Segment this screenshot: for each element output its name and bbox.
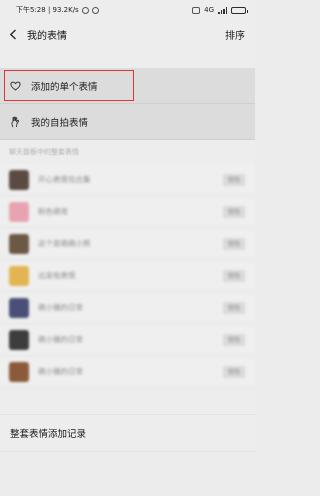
menu-label-single: 添加的单个表情 <box>31 81 98 93</box>
remove-button[interactable]: 移除 <box>223 333 245 346</box>
added-single-stickers-row[interactable]: 添加的单个表情 <box>0 68 255 104</box>
sticker-set-name: 萌小猪的日常 <box>38 367 83 376</box>
middle-gap <box>0 388 255 414</box>
sticker-set-name: 出发啦表情 <box>38 271 76 280</box>
sticker-set-row[interactable]: 萌小猪的日常 移除 <box>0 356 255 388</box>
sync-icon <box>81 6 89 14</box>
remove-button[interactable]: 移除 <box>223 269 245 282</box>
section-caption: 聊天面板中的整套表情 <box>9 148 79 156</box>
sticker-add-record-row[interactable]: 整套表情添加记录 <box>0 414 255 452</box>
sticker-thumb <box>9 169 29 190</box>
sticker-set-name: 萌小猪的日常 <box>38 335 83 344</box>
sticker-thumb <box>9 297 29 318</box>
chevron-left-icon[interactable] <box>7 28 19 40</box>
sticker-set-row[interactable]: 开心表情包合集 移除 <box>0 164 255 196</box>
selfie-stickers-row[interactable]: 我的自拍表情 <box>0 104 255 140</box>
sticker-set-list: 开心表情包合集 移除 粉色萌宠 移除 这个是萌萌小熊 移除 出发啦表情 移除 萌… <box>0 164 255 388</box>
screen: 下午5:28 | 93.2K/s 4G 我的表情 排序 添加的单个表情 我的自拍… <box>0 0 255 496</box>
chevron-left-svg <box>9 29 16 39</box>
sticker-set-name: 粉色萌宠 <box>38 207 68 216</box>
network-label: 4G <box>204 6 214 14</box>
signal-icon <box>218 6 227 14</box>
sticker-thumb <box>9 201 29 222</box>
sticker-set-name: 这个是萌萌小熊 <box>38 239 91 248</box>
page-title: 我的表情 <box>27 30 67 42</box>
sticker-set-row[interactable]: 萌小猪的日常 移除 <box>0 292 255 324</box>
sticker-set-row[interactable]: 出发啦表情 移除 <box>0 260 255 292</box>
nav-header: 我的表情 排序 <box>0 20 255 48</box>
sticker-thumb <box>9 361 29 382</box>
sticker-set-row[interactable]: 萌小猪的日常 移除 <box>0 324 255 356</box>
sticker-set-name: 萌小猪的日常 <box>38 303 83 312</box>
status-time: 下午5:28 | 93.2K/s <box>16 6 79 14</box>
sim-icon <box>192 6 201 14</box>
selfie-hand-icon <box>9 116 21 128</box>
remove-button[interactable]: 移除 <box>223 237 245 250</box>
heart-svg <box>9 81 21 91</box>
sticker-thumb <box>9 329 29 350</box>
bottom-area <box>0 452 255 496</box>
back-title: 我的表情 <box>7 27 67 42</box>
alarm-icon <box>91 6 99 14</box>
top-gap <box>0 48 255 68</box>
status-left: 下午5:28 | 93.2K/s <box>16 5 99 15</box>
hand-svg <box>10 116 19 127</box>
menu-label-selfie: 我的自拍表情 <box>31 117 89 129</box>
remove-button[interactable]: 移除 <box>223 365 245 378</box>
heart-outline-icon <box>9 80 21 92</box>
sticker-set-name: 开心表情包合集 <box>38 175 91 184</box>
remove-button[interactable]: 移除 <box>223 173 245 186</box>
sticker-set-row[interactable]: 这个是萌萌小熊 移除 <box>0 228 255 260</box>
status-right: 4G <box>192 6 248 14</box>
sticker-thumb <box>9 233 29 254</box>
status-bar: 下午5:28 | 93.2K/s 4G <box>0 0 255 20</box>
record-label: 整套表情添加记录 <box>10 429 87 440</box>
battery-icon <box>231 6 248 14</box>
remove-button[interactable]: 移除 <box>223 301 245 314</box>
sticker-set-row[interactable]: 粉色萌宠 移除 <box>0 196 255 228</box>
remove-button[interactable]: 移除 <box>223 205 245 218</box>
sort-button[interactable]: 排序 <box>225 27 245 42</box>
sticker-thumb <box>9 265 29 286</box>
